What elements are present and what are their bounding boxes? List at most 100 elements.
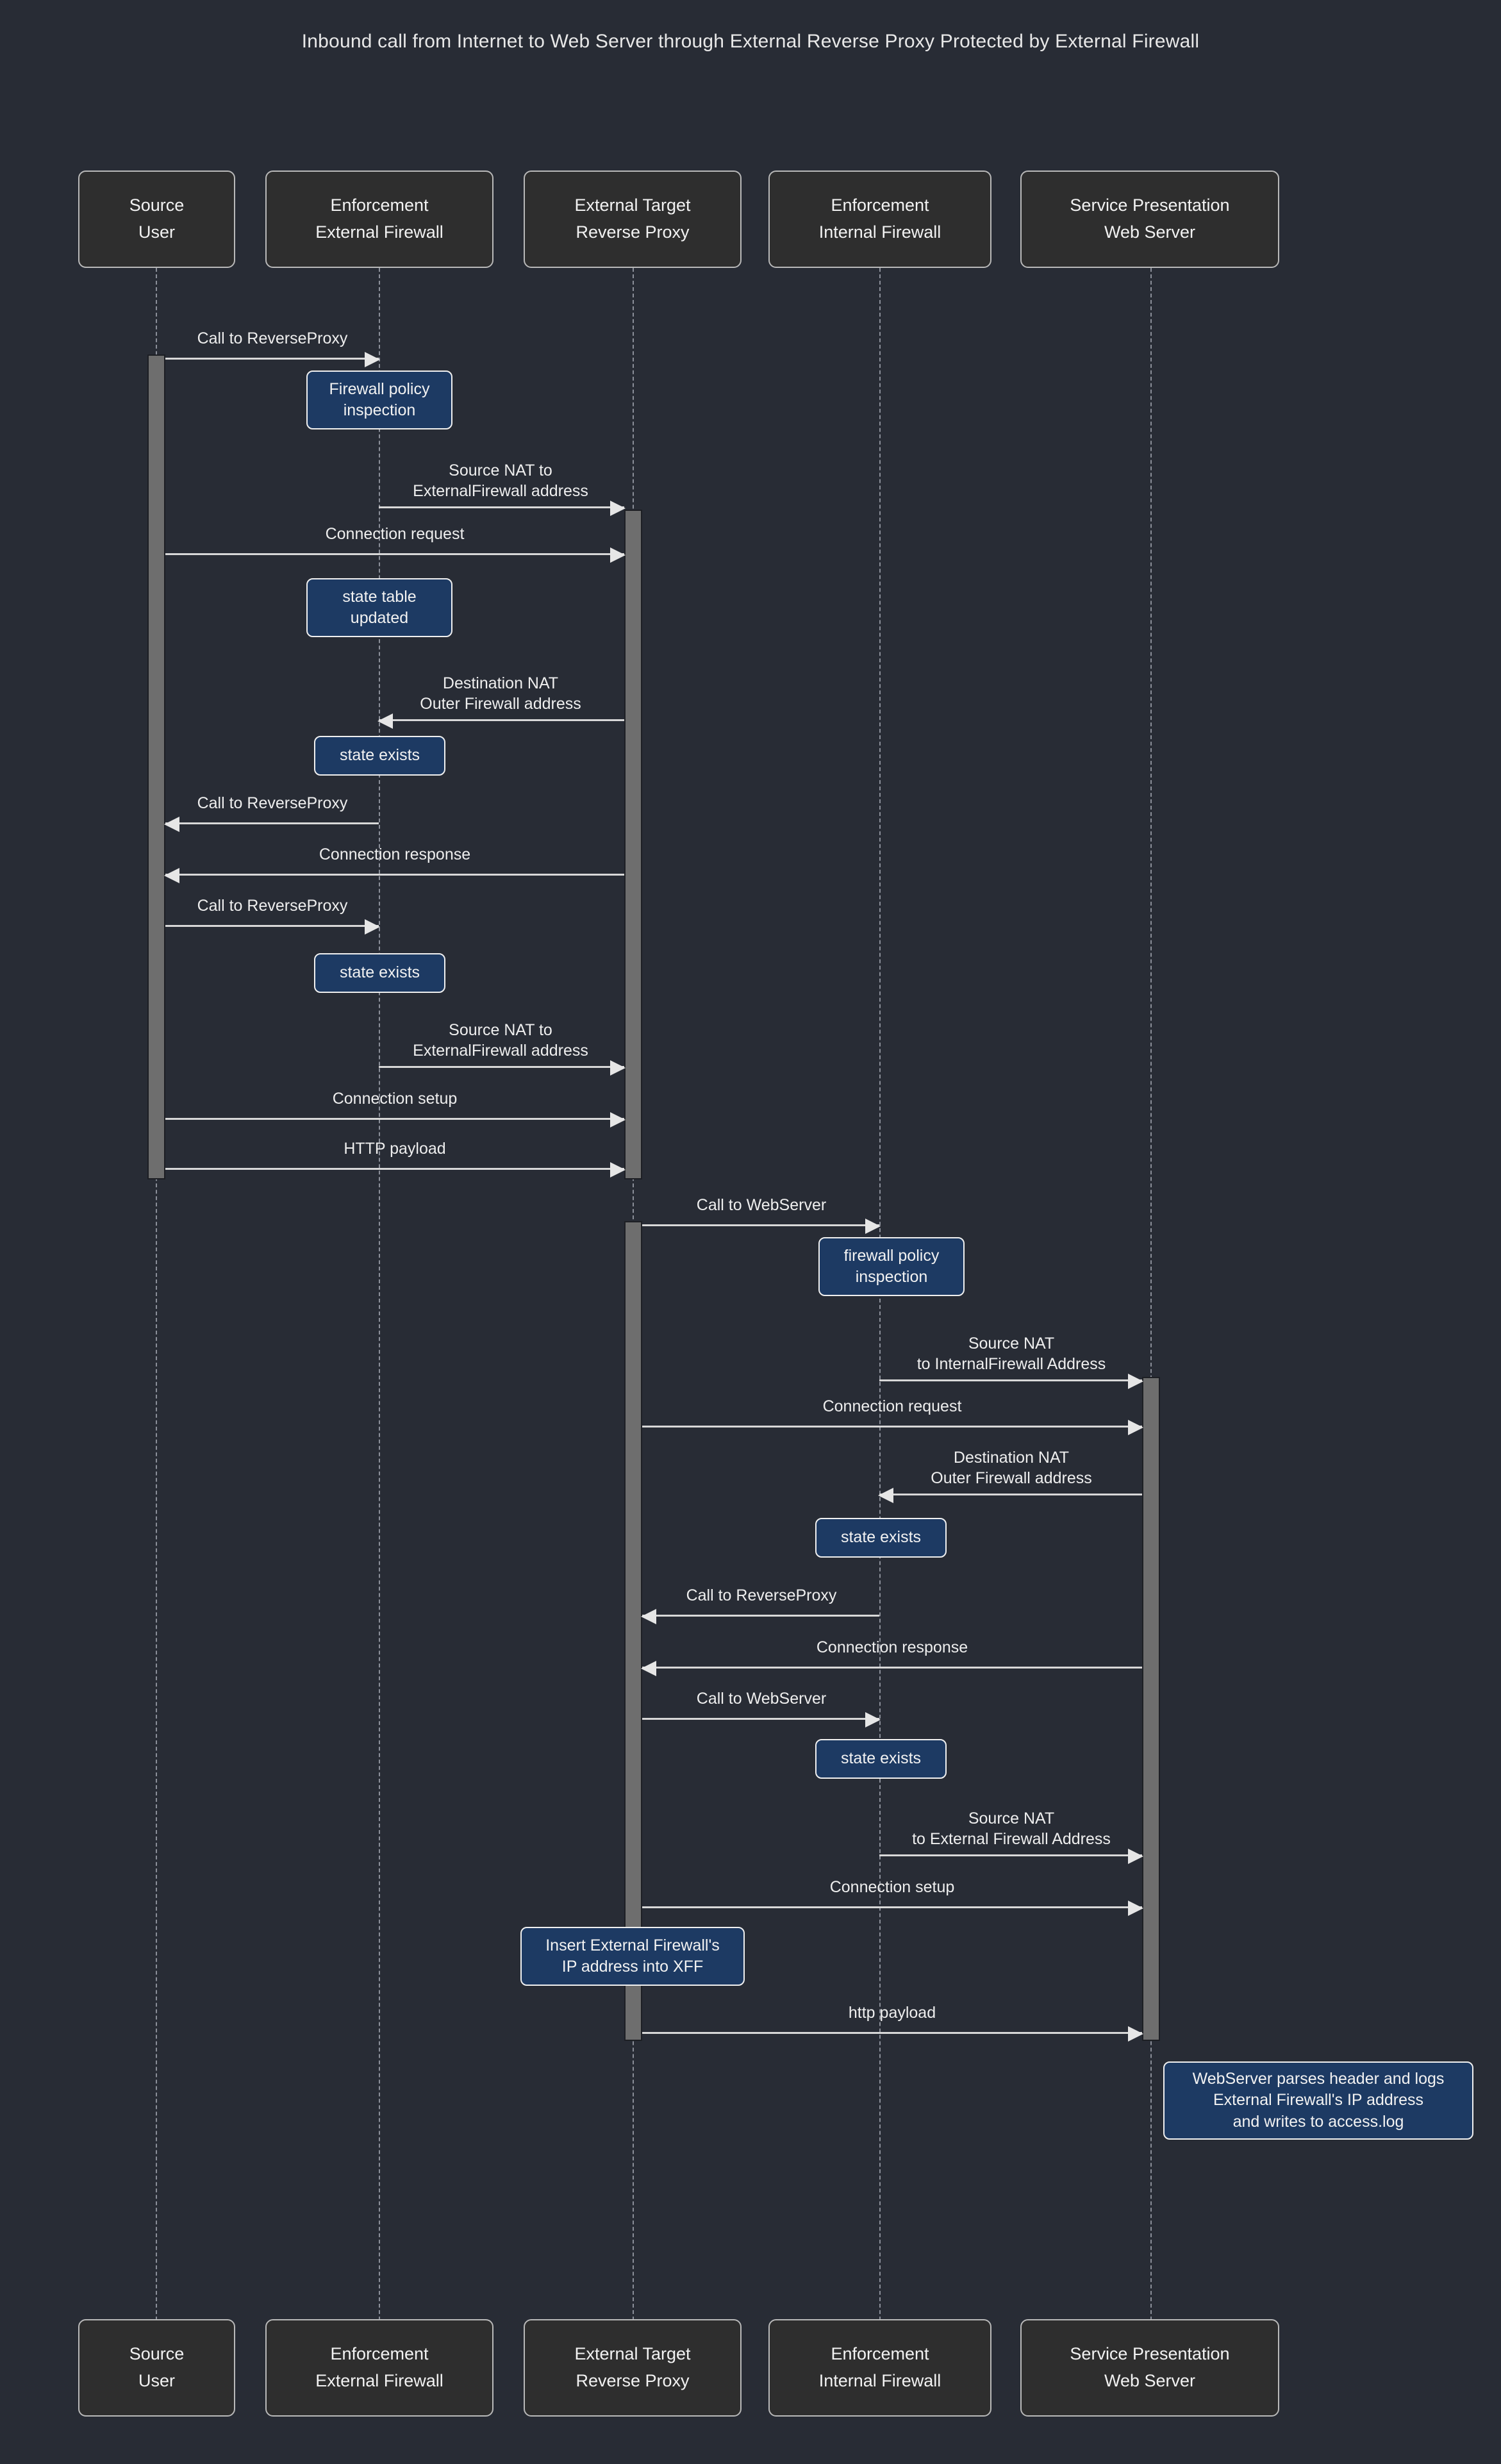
arrowhead-right-icon (610, 501, 626, 516)
participant-stereotype: Service Presentation (1070, 2344, 1230, 2364)
message-label-m4: Destination NAT Outer Firewall address (420, 674, 581, 713)
arrowhead-right-icon (1128, 2026, 1143, 2042)
message-label-m11: Call to WebServer (696, 1196, 827, 1214)
page-title: Inbound call from Internet to Web Server… (301, 31, 1200, 52)
message-line-m13 (642, 1420, 1143, 1435)
message-label-m15: Call to ReverseProxy (686, 1586, 837, 1604)
participant-name: Web Server (1104, 2371, 1196, 2390)
message-label-m9: Connection setup (332, 1090, 458, 1108)
message-label-m10: HTTP payload (344, 1140, 446, 1158)
message-label-m20: http payload (848, 2004, 936, 2022)
participant-stereotype: Enforcement (831, 2344, 929, 2364)
arrowhead-right-icon (1128, 1849, 1143, 1864)
participant-name: User (138, 222, 175, 242)
participant-stereotype: External Target (574, 2344, 691, 2364)
message-line-m14 (878, 1488, 1142, 1503)
participant-name: External Firewall (315, 222, 444, 242)
message-label-m5: Call to ReverseProxy (197, 794, 348, 812)
message-line-m12 (879, 1374, 1143, 1389)
arrowhead-right-icon (610, 547, 626, 563)
participant-intfw-top[interactable]: Enforcement Internal Firewall (768, 171, 991, 268)
participant-stereotype: Source (129, 196, 185, 215)
participant-stereotype: Service Presentation (1070, 196, 1230, 215)
arrowhead-right-icon (365, 919, 380, 935)
participant-name: Web Server (1104, 222, 1196, 242)
note-state-exists-3: state exists (815, 1518, 947, 1558)
participant-revproxy-bottom[interactable]: External Target Reverse Proxy (524, 2319, 742, 2417)
message-line-m4 (377, 713, 624, 729)
participant-user-bottom[interactable]: Source User (78, 2319, 235, 2417)
participant-intfw-bottom[interactable]: Enforcement Internal Firewall (768, 2319, 991, 2417)
participant-revproxy-top[interactable]: External Target Reverse Proxy (524, 171, 742, 268)
participant-stereotype: External Target (574, 196, 691, 215)
arrowhead-right-icon (610, 1112, 626, 1128)
message-line-m6 (164, 868, 624, 883)
arrowhead-right-icon (865, 1219, 881, 1234)
message-line-m17 (642, 1712, 881, 1727)
sequence-diagram-canvas: Inbound call from Internet to Web Server… (0, 0, 1501, 2464)
message-label-m7: Call to ReverseProxy (197, 897, 348, 915)
participant-user-top[interactable]: Source User (78, 171, 235, 268)
message-line-m5 (164, 817, 379, 832)
note-state-exists-1: state exists (314, 736, 445, 776)
message-line-m20 (642, 2026, 1143, 2042)
message-line-m16 (641, 1661, 1142, 1676)
message-line-m7 (165, 919, 380, 935)
note-firewall-policy-inspection: Firewall policy inspection (306, 370, 452, 429)
arrowhead-right-icon (610, 1060, 626, 1076)
participant-extfw-top[interactable]: Enforcement External Firewall (265, 171, 493, 268)
arrowhead-right-icon (365, 352, 380, 367)
arrowhead-left-icon (377, 713, 393, 729)
participant-webserver-top[interactable]: Service Presentation Web Server (1020, 171, 1279, 268)
participant-name: User (138, 2371, 175, 2390)
message-line-m8 (379, 1060, 626, 1076)
arrowhead-left-icon (164, 868, 179, 883)
message-line-m19 (642, 1901, 1143, 1916)
participant-stereotype: Enforcement (831, 196, 929, 215)
note-state-table-updated: state table updated (306, 578, 452, 637)
activation-user (147, 354, 165, 1179)
arrowhead-left-icon (164, 817, 179, 832)
participant-stereotype: Enforcement (330, 2344, 429, 2364)
note-firewall-policy-inspection-2: firewall policy inspection (818, 1237, 965, 1296)
note-webserver-access-log: WebServer parses header and logs Externa… (1163, 2061, 1473, 2140)
message-line-m18 (879, 1849, 1143, 1864)
message-line-m1 (165, 352, 380, 367)
message-label-m2: Source NAT to ExternalFirewall address (413, 462, 588, 500)
participant-webserver-bottom[interactable]: Service Presentation Web Server (1020, 2319, 1279, 2417)
message-label-m19: Connection setup (829, 1878, 955, 1896)
arrowhead-right-icon (1128, 1420, 1143, 1435)
message-label-m8: Source NAT to ExternalFirewall address (413, 1021, 588, 1060)
message-label-m14: Destination NAT Outer Firewall address (931, 1449, 1092, 1487)
message-label-m13: Connection request (822, 1397, 962, 1415)
participant-extfw-bottom[interactable]: Enforcement External Firewall (265, 2319, 493, 2417)
message-line-m15 (641, 1609, 879, 1624)
arrowhead-right-icon (610, 1162, 626, 1178)
message-label-m17: Call to WebServer (696, 1690, 827, 1708)
activation-revproxy-2 (624, 1221, 642, 2041)
participant-name: Reverse Proxy (576, 2371, 690, 2390)
message-label-m6: Connection response (319, 845, 471, 863)
message-line-m10 (165, 1162, 626, 1178)
arrowhead-right-icon (1128, 1901, 1143, 1916)
lifeline-extfw (379, 268, 380, 2320)
arrowhead-right-icon (1128, 1374, 1143, 1389)
message-line-m11 (642, 1219, 881, 1234)
message-label-m12: Source NAT to InternalFirewall Address (916, 1335, 1106, 1373)
participant-name: Internal Firewall (818, 222, 941, 242)
note-state-exists-2: state exists (314, 953, 445, 993)
note-state-exists-4: state exists (815, 1739, 947, 1779)
message-line-m3 (165, 547, 626, 563)
message-label-m1: Call to ReverseProxy (197, 329, 348, 347)
arrowhead-left-icon (641, 1609, 656, 1624)
arrowhead-left-icon (878, 1488, 893, 1503)
participant-name: Internal Firewall (818, 2371, 941, 2390)
participant-stereotype: Enforcement (330, 196, 429, 215)
participant-name: External Firewall (315, 2371, 444, 2390)
message-label-m3: Connection request (325, 525, 465, 543)
message-line-m2 (379, 501, 626, 516)
message-line-m9 (165, 1112, 626, 1128)
message-label-m18: Source NAT to External Firewall Address (912, 1810, 1111, 1848)
arrowhead-right-icon (865, 1712, 881, 1727)
arrowhead-left-icon (641, 1661, 656, 1676)
